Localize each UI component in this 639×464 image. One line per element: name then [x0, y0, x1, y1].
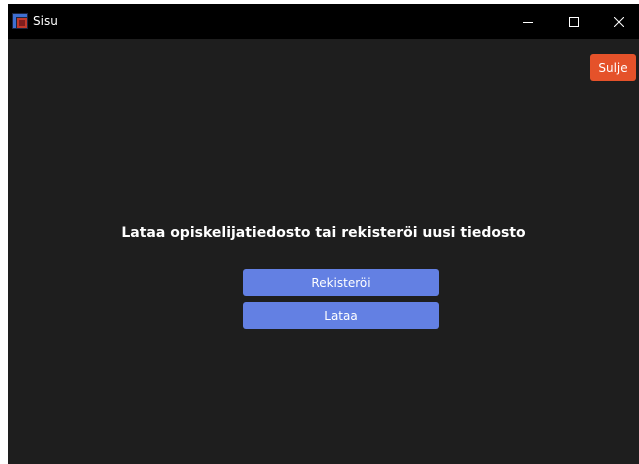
maximize-icon — [569, 16, 579, 27]
register-button[interactable]: Rekisteröi — [243, 269, 439, 296]
minimize-icon — [523, 17, 533, 27]
title-bar[interactable]: Sisu — [8, 4, 639, 39]
window-title: Sisu — [33, 14, 58, 28]
load-button[interactable]: Lataa — [243, 302, 439, 329]
close-app-button[interactable]: Sulje — [590, 54, 636, 81]
close-icon — [614, 16, 624, 27]
app-window: Sisu Sulje Lataa opiskelijatiedosto tai … — [8, 4, 639, 464]
minimize-button[interactable] — [506, 4, 550, 39]
page-heading: Lataa opiskelijatiedosto tai rekisteröi … — [121, 225, 526, 241]
maximize-button[interactable] — [552, 4, 596, 39]
sisu-app-icon — [12, 13, 28, 29]
window-close-button[interactable] — [597, 4, 639, 39]
